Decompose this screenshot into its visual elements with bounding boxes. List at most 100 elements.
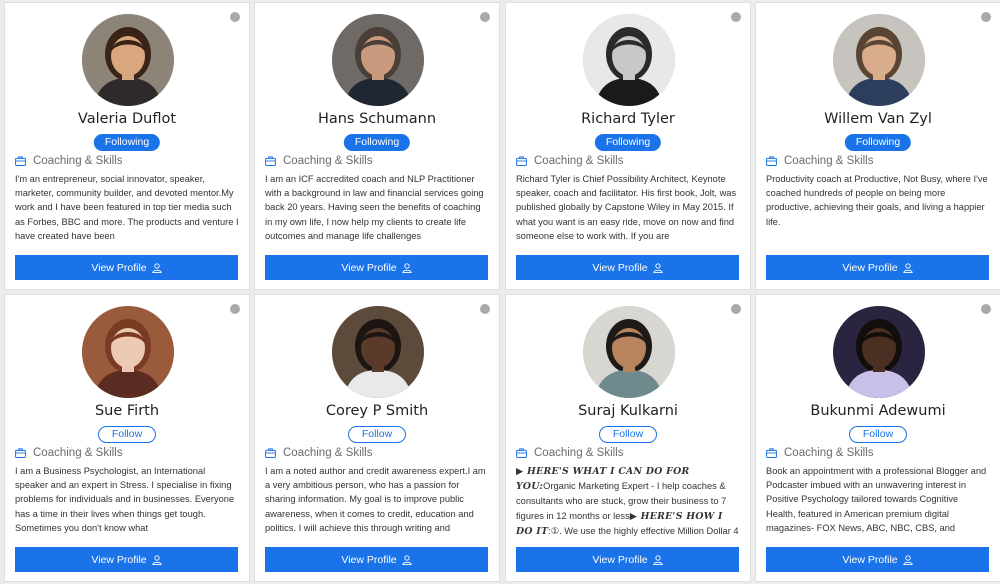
category-label: Coaching & Skills (534, 447, 624, 459)
category: Coaching & Skills (265, 155, 372, 167)
avatar[interactable] (583, 14, 675, 106)
category: Coaching & Skills (265, 447, 372, 459)
profile-bio: I am a noted author and credit awareness… (265, 464, 489, 536)
view-profile-label: View Profile (842, 261, 898, 274)
category: Coaching & Skills (766, 447, 873, 459)
status-dot (230, 304, 240, 314)
category-label: Coaching & Skills (534, 155, 624, 167)
view-profile-button[interactable]: View Profile (15, 255, 238, 280)
briefcase-icon (15, 448, 26, 458)
follow-button[interactable]: Following (93, 134, 161, 151)
view-profile-label: View Profile (592, 553, 648, 566)
follow-button[interactable]: Follow (348, 426, 406, 443)
profile-bio: Book an appointment with a professional … (766, 464, 990, 536)
view-profile-label: View Profile (341, 261, 397, 274)
user-icon (652, 262, 663, 273)
bio-text: Book an appointment with a professional … (766, 466, 987, 533)
user-icon (151, 554, 162, 565)
category: Coaching & Skills (516, 447, 623, 459)
category-label: Coaching & Skills (33, 155, 123, 167)
status-dot (731, 12, 741, 22)
profile-name[interactable]: Valeria Duflot (5, 111, 249, 127)
user-icon (401, 554, 412, 565)
avatar[interactable] (82, 14, 174, 106)
briefcase-icon (265, 448, 276, 458)
bio-text: Richard Tyler is Chief Possibility Archi… (516, 174, 737, 241)
bio-text: I am a Business Psychologist, an Interna… (15, 466, 235, 533)
status-dot (981, 304, 991, 314)
profile-bio: Productivity coach at Productive, Not Bu… (766, 172, 990, 244)
status-dot (981, 12, 991, 22)
avatar[interactable] (82, 306, 174, 398)
category: Coaching & Skills (15, 447, 122, 459)
bio-text: Productivity coach at Productive, Not Bu… (766, 174, 988, 227)
briefcase-icon (766, 156, 777, 166)
profile-bio: I am an ICF accredited coach and NLP Pra… (265, 172, 489, 244)
briefcase-icon (516, 156, 527, 166)
follow-button[interactable]: Follow (599, 426, 657, 443)
profile-name[interactable]: Suraj Kulkarni (506, 403, 750, 419)
profile-bio: ▶ HERE'S WHAT I CAN DO FOR YOU:Organic M… (516, 464, 740, 536)
status-dot (480, 304, 490, 314)
profile-card: Sue Firth Follow Coaching & Skills I am … (4, 294, 250, 582)
follow-button[interactable]: Following (594, 134, 662, 151)
category-label: Coaching & Skills (784, 155, 874, 167)
user-icon (401, 262, 412, 273)
profile-card: Hans Schumann Following Coaching & Skill… (254, 2, 500, 290)
view-profile-button[interactable]: View Profile (265, 547, 488, 572)
follow-button[interactable]: Follow (98, 426, 156, 443)
follow-button[interactable]: Following (844, 134, 912, 151)
avatar[interactable] (583, 306, 675, 398)
profile-card: Bukunmi Adewumi Follow Coaching & Skills… (755, 294, 1000, 582)
profile-card: Suraj Kulkarni Follow Coaching & Skills … (505, 294, 751, 582)
user-icon (902, 554, 913, 565)
status-dot (230, 12, 240, 22)
profile-name[interactable]: Sue Firth (5, 403, 249, 419)
profile-name[interactable]: Corey P Smith (255, 403, 499, 419)
category-label: Coaching & Skills (283, 155, 373, 167)
avatar[interactable] (833, 14, 925, 106)
category-label: Coaching & Skills (784, 447, 874, 459)
avatar[interactable] (833, 306, 925, 398)
view-profile-button[interactable]: View Profile (516, 255, 739, 280)
follow-button[interactable]: Following (343, 134, 411, 151)
view-profile-button[interactable]: View Profile (15, 547, 238, 572)
view-profile-label: View Profile (592, 261, 648, 274)
view-profile-label: View Profile (91, 553, 147, 566)
profile-card: Valeria Duflot Following Coaching & Skil… (4, 2, 250, 290)
bio-text: I am a noted author and credit awareness… (265, 466, 486, 533)
profile-bio: I am a Business Psychologist, an Interna… (15, 464, 239, 536)
profile-name[interactable]: Willem Van Zyl (756, 111, 1000, 127)
profile-name[interactable]: Bukunmi Adewumi (756, 403, 1000, 419)
user-icon (652, 554, 663, 565)
profile-card: Willem Van Zyl Following Coaching & Skil… (755, 2, 1000, 290)
view-profile-label: View Profile (91, 261, 147, 274)
profile-card: Corey P Smith Follow Coaching & Skills I… (254, 294, 500, 582)
avatar[interactable] (332, 306, 424, 398)
briefcase-icon (766, 448, 777, 458)
category-label: Coaching & Skills (33, 447, 123, 459)
profile-bio: I'm an entrepreneur, social innovator, s… (15, 172, 239, 244)
view-profile-button[interactable]: View Profile (516, 547, 739, 572)
category-label: Coaching & Skills (283, 447, 373, 459)
briefcase-icon (15, 156, 26, 166)
user-icon (151, 262, 162, 273)
status-dot (480, 12, 490, 22)
profile-name[interactable]: Hans Schumann (255, 111, 499, 127)
follow-button[interactable]: Follow (849, 426, 907, 443)
view-profile-label: View Profile (341, 553, 397, 566)
coach-profile-grid: Valeria Duflot Following Coaching & Skil… (0, 0, 1000, 584)
view-profile-button[interactable]: View Profile (766, 547, 989, 572)
view-profile-label: View Profile (842, 553, 898, 566)
briefcase-icon (516, 448, 527, 458)
category: Coaching & Skills (516, 155, 623, 167)
bio-text: I am an ICF accredited coach and NLP Pra… (265, 174, 484, 241)
view-profile-button[interactable]: View Profile (766, 255, 989, 280)
user-icon (902, 262, 913, 273)
category: Coaching & Skills (766, 155, 873, 167)
profile-name[interactable]: Richard Tyler (506, 111, 750, 127)
profile-card: Richard Tyler Following Coaching & Skill… (505, 2, 751, 290)
avatar[interactable] (332, 14, 424, 106)
profile-bio: Richard Tyler is Chief Possibility Archi… (516, 172, 740, 244)
view-profile-button[interactable]: View Profile (265, 255, 488, 280)
